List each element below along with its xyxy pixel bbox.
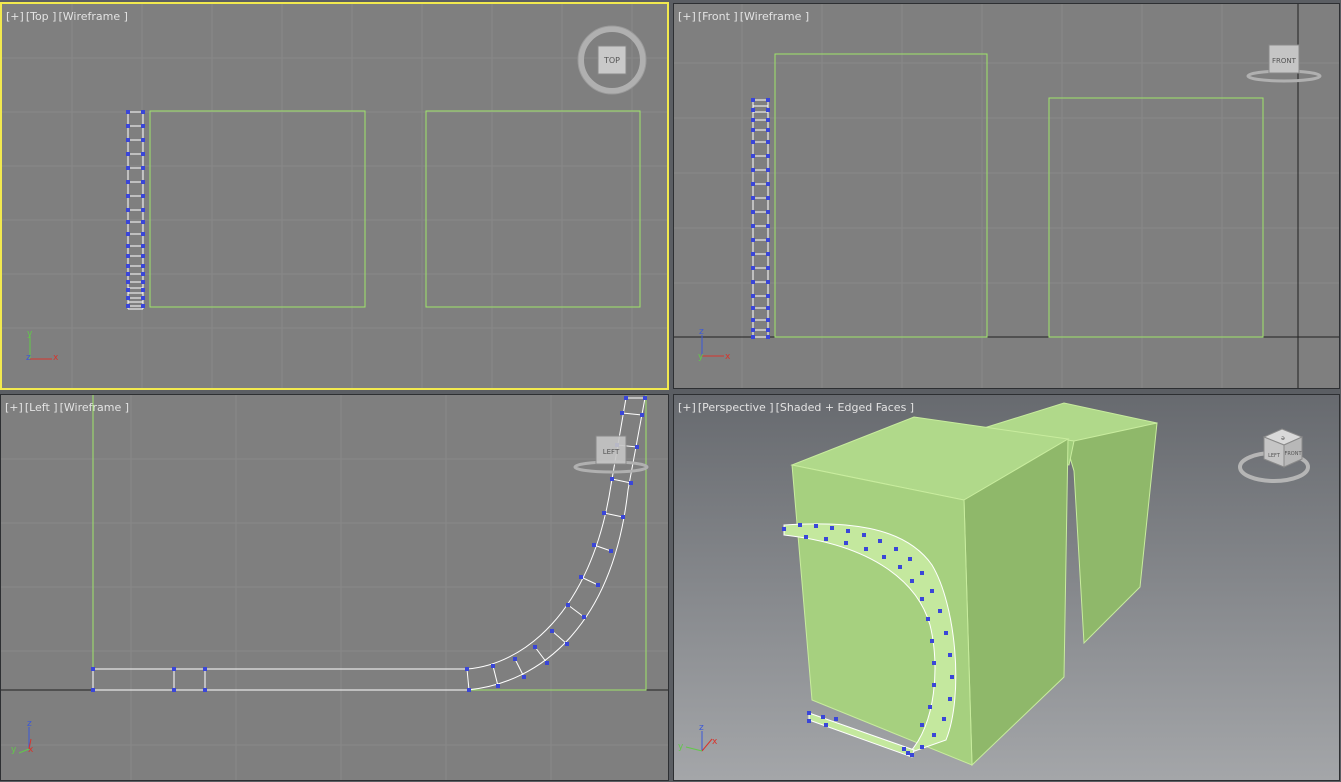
viewport-view-name[interactable]: [Front ] (698, 10, 738, 23)
viewport-shading-mode[interactable]: [Wireframe ] (740, 10, 809, 23)
viewcube-front-label[interactable]: FRONT (1272, 57, 1297, 65)
viewport-label-front[interactable]: [+] [Front ] [Wireframe ] (678, 10, 811, 23)
svg-text:y: y (678, 742, 684, 752)
viewport-menu-plus[interactable]: [+] (6, 10, 24, 23)
svg-text:z: z (699, 327, 704, 337)
viewport-view-name[interactable]: [Perspective ] (698, 401, 774, 414)
viewport-label-perspective[interactable]: [+] [Perspective ] [Shaded + Edged Faces ] (678, 401, 916, 414)
viewport-menu-plus[interactable]: [+] (5, 401, 23, 414)
svg-text:x: x (53, 353, 59, 363)
viewport-menu-plus[interactable]: [+] (678, 401, 696, 414)
svg-text:x: x (28, 745, 34, 755)
svg-text:y: y (11, 745, 17, 755)
viewcube-persp-top[interactable]: ǝ (1281, 435, 1285, 442)
viewport-perspective-canvas[interactable]: ǝ LEFT FRONT z x y (674, 395, 1339, 780)
svg-text:z: z (699, 723, 704, 733)
viewport-view-name[interactable]: [Top ] (26, 10, 57, 23)
viewport-front[interactable]: FRONT z x y [+] [Front ] [Wireframe ] (673, 3, 1340, 389)
viewport-left[interactable]: LEFT z x y [+] [Left ] [Wireframe ] (0, 394, 669, 781)
viewport-perspective[interactable]: ǝ LEFT FRONT z x y [+] [Perspective ] [Sha… (673, 394, 1340, 781)
viewport-top-canvas[interactable]: TOP y x z (2, 4, 667, 388)
viewcube-top-label[interactable]: TOP (603, 56, 620, 65)
svg-text:y: y (27, 329, 33, 339)
viewport-shading-mode[interactable]: [Wireframe ] (58, 10, 127, 23)
viewport-shading-mode[interactable]: [Wireframe ] (60, 401, 129, 414)
svg-text:x: x (712, 737, 718, 747)
viewport-menu-plus[interactable]: [+] (678, 10, 696, 23)
svg-text:z: z (26, 353, 31, 363)
viewport-top[interactable]: TOP y x z [+] [Top ] [Wireframe ] (0, 2, 669, 390)
viewport-left-canvas[interactable]: LEFT z x y (1, 395, 668, 780)
viewcube-left-label[interactable]: LEFT (603, 448, 620, 456)
svg-text:y: y (698, 352, 704, 362)
viewcube-persp-left[interactable]: LEFT (1268, 453, 1281, 459)
svg-text:x: x (725, 352, 731, 362)
viewport-view-name[interactable]: [Left ] (25, 401, 58, 414)
svg-text:z: z (27, 719, 32, 729)
viewport-front-canvas[interactable]: FRONT z x y (674, 4, 1339, 388)
viewcube-persp-front[interactable]: FRONT (1284, 451, 1302, 457)
viewport-shading-mode[interactable]: [Shaded + Edged Faces ] (776, 401, 914, 414)
viewport-label-left[interactable]: [+] [Left ] [Wireframe ] (5, 401, 131, 414)
viewport-label-top[interactable]: [+] [Top ] [Wireframe ] (6, 10, 130, 23)
